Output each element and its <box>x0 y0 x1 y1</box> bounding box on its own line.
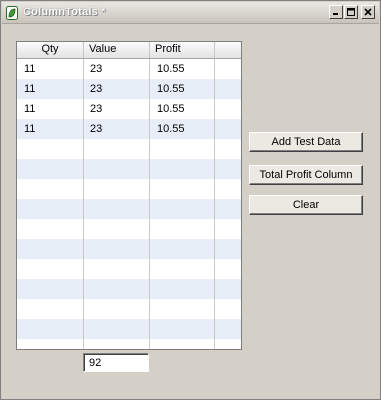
total-profit-column-button[interactable]: Total Profit Column <box>249 165 363 185</box>
window-controls <box>329 5 375 21</box>
table-row[interactable] <box>17 159 241 179</box>
close-button[interactable] <box>361 5 375 19</box>
data-table[interactable]: Qty Value Profit 11 23 10.55 11 23 10.55 11 23 1… <box>16 41 242 350</box>
close-icon <box>364 8 372 16</box>
table-cell[interactable]: 10.55 <box>157 99 185 119</box>
table-cell[interactable]: 10.55 <box>157 59 185 79</box>
column-header-profit[interactable]: Profit <box>150 42 215 58</box>
total-field[interactable] <box>83 353 149 372</box>
window-title: ColumnTotals * <box>23 6 106 18</box>
table-cell[interactable]: 10.55 <box>157 119 185 139</box>
table-row[interactable] <box>17 299 241 319</box>
table-row[interactable] <box>17 339 241 349</box>
table-row[interactable]: 11 23 10.55 <box>17 59 241 79</box>
table-row[interactable] <box>17 279 241 299</box>
leaf-icon <box>6 6 18 20</box>
table-row[interactable] <box>17 179 241 199</box>
table-row[interactable] <box>17 219 241 239</box>
column-divider <box>83 59 84 349</box>
column-header-filler <box>215 42 241 58</box>
column-divider <box>149 59 150 349</box>
table-row[interactable] <box>17 139 241 159</box>
table-cell[interactable]: 11 <box>24 59 35 79</box>
minimize-icon <box>333 13 338 15</box>
column-divider <box>214 59 215 349</box>
table-cell[interactable]: 23 <box>90 99 102 119</box>
table-cell[interactable]: 23 <box>90 79 102 99</box>
table-cell[interactable]: 10.55 <box>157 79 185 99</box>
maximize-button[interactable] <box>344 5 358 19</box>
table-row[interactable] <box>17 239 241 259</box>
table-cell[interactable]: 23 <box>90 119 102 139</box>
table-cell[interactable]: 11 <box>24 119 35 139</box>
minimize-button[interactable] <box>329 5 343 19</box>
maximize-icon <box>347 8 355 16</box>
table-row[interactable] <box>17 259 241 279</box>
table-row[interactable]: 11 23 10.55 <box>17 79 241 99</box>
table-row[interactable] <box>17 319 241 339</box>
table-cell[interactable]: 11 <box>24 79 35 99</box>
column-header-value[interactable]: Value <box>84 42 150 58</box>
table-body: 11 23 10.55 11 23 10.55 11 23 10.55 11 23 10.55 <box>17 59 241 349</box>
add-test-data-button[interactable]: Add Test Data <box>249 132 363 152</box>
table-row[interactable]: 11 23 10.55 <box>17 119 241 139</box>
table-cell[interactable]: 23 <box>90 59 102 79</box>
table-row[interactable]: 11 23 10.55 <box>17 99 241 119</box>
app-window: ColumnTotals * Qty Value Profit 11 23 10.5… <box>0 0 381 400</box>
clear-button[interactable]: Clear <box>249 195 363 215</box>
column-header-qty[interactable]: Qty <box>17 42 84 58</box>
table-cell[interactable]: 11 <box>24 99 35 119</box>
table-header: Qty Value Profit <box>17 42 241 59</box>
table-row[interactable] <box>17 199 241 219</box>
title-bar[interactable]: ColumnTotals * <box>2 2 379 24</box>
